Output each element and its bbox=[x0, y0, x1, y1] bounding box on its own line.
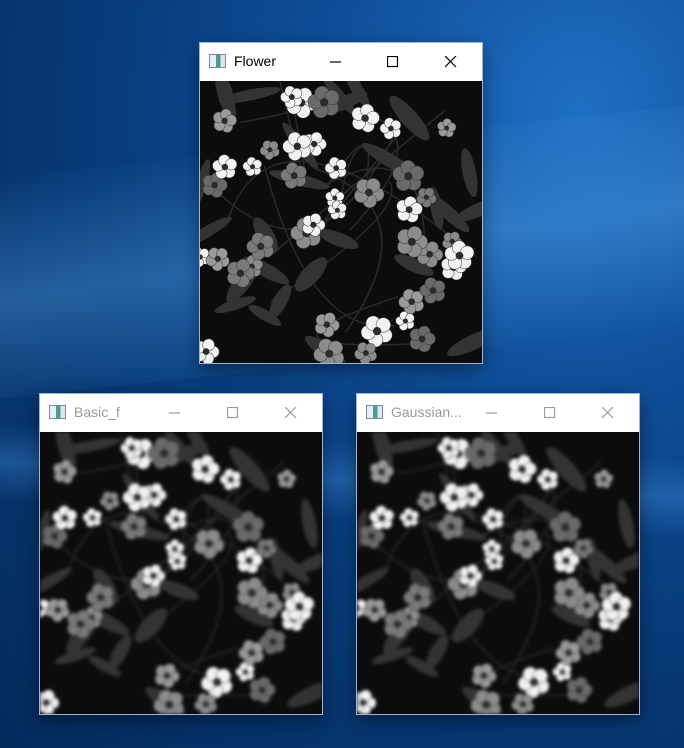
window-title: Gaussian... bbox=[391, 404, 462, 420]
maximize-button[interactable] bbox=[210, 394, 256, 432]
close-icon bbox=[602, 407, 614, 419]
gaussian-blurred-flower-image bbox=[357, 432, 639, 714]
maximize-button[interactable] bbox=[527, 394, 573, 432]
app-icon bbox=[49, 405, 66, 419]
app-icon bbox=[366, 405, 383, 419]
titlebar[interactable]: Basic_f bbox=[40, 394, 322, 432]
minimize-button[interactable] bbox=[152, 394, 198, 432]
minimize-icon bbox=[330, 61, 341, 63]
minimize-icon bbox=[169, 412, 180, 414]
image-canvas bbox=[40, 432, 322, 714]
window-title: Basic_f bbox=[74, 404, 120, 420]
titlebar[interactable]: Gaussian... bbox=[357, 394, 639, 432]
app-icon bbox=[209, 54, 226, 68]
window-title: Flower bbox=[234, 53, 277, 69]
close-icon bbox=[285, 407, 297, 419]
minimize-button[interactable] bbox=[469, 394, 515, 432]
titlebar[interactable]: Flower bbox=[200, 43, 482, 81]
image-canvas bbox=[357, 432, 639, 714]
maximize-icon bbox=[544, 407, 556, 419]
window-flower[interactable]: Flower bbox=[200, 43, 482, 363]
maximize-button[interactable] bbox=[370, 43, 416, 81]
maximize-icon bbox=[227, 407, 239, 419]
maximize-icon bbox=[387, 56, 399, 68]
window-basic-f[interactable]: Basic_f bbox=[40, 394, 322, 714]
close-button[interactable] bbox=[428, 43, 474, 81]
close-button[interactable] bbox=[268, 394, 314, 432]
blurred-flower-image bbox=[40, 432, 322, 714]
minimize-button[interactable] bbox=[313, 43, 359, 81]
close-button[interactable] bbox=[585, 394, 631, 432]
window-gaussian[interactable]: Gaussian... bbox=[357, 394, 639, 714]
flower-image bbox=[200, 81, 482, 363]
minimize-icon bbox=[486, 412, 497, 414]
close-icon bbox=[445, 56, 457, 68]
image-canvas bbox=[200, 81, 482, 363]
